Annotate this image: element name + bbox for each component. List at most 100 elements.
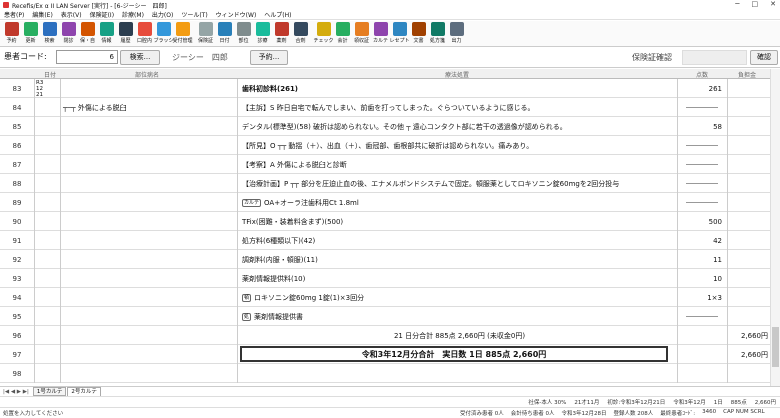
table-row[interactable]: 89 カルテ OA+オーラ注歯科用Ct 1.8ml	[0, 193, 770, 212]
row-date	[35, 288, 61, 307]
table-row[interactable]: 92 調剤料(内服・頓服)(11) 11	[0, 250, 770, 269]
toolbar-button-4[interactable]: 保・自	[78, 21, 97, 47]
toolbar-button-10[interactable]: 保険証	[196, 21, 215, 47]
toolbar-button-14[interactable]: 薬剤	[272, 21, 291, 47]
toolbar-button-19[interactable]: カルテ	[371, 21, 390, 47]
row-treatment: 【所見】O ┬┬ 動揺（＋）、出血（＋）、歯冠部、歯根部共に破折は認められない。…	[238, 136, 678, 155]
row-date	[35, 98, 61, 117]
row-part	[61, 155, 238, 174]
menu-item-7[interactable]: ウィンドウ(W)	[216, 10, 257, 19]
table-row[interactable]: 86 【所見】O ┬┬ 動揺（＋）、出血（＋）、歯冠部、歯根部共に破折は認められな…	[0, 136, 770, 155]
toolbar-button-6[interactable]: 履歴	[116, 21, 135, 47]
treatment-text: 【主訴】S 昨日自宅で転んでしまい、前歯を打ってしまった。ぐらついているように感…	[242, 103, 535, 112]
table-row[interactable]: 88 【治療計画】P ┬┬ 部分を圧迫止血の後、エナメルボンドシステムで固定。頓服…	[0, 174, 770, 193]
toolbar-button-18[interactable]: 領収証	[352, 21, 371, 47]
tab-nav-arrows[interactable]: |◀ ◀ ▶ ▶|	[0, 389, 32, 395]
row-treatment: デンタル(標準型)(58) 破折は認められない。その他 ┬ 遠心コンタクト部に若…	[238, 117, 678, 136]
toolbar-label: 日付	[219, 38, 230, 44]
toolbar-label: 出力	[451, 38, 462, 44]
toolbar-button-7[interactable]: 口腔内	[135, 21, 154, 47]
table-row[interactable]: 90 TFix(困難・装着料含まず)(500) 500	[0, 212, 770, 231]
toolbar-label: 診療	[257, 38, 268, 44]
table-row[interactable]: 94 頓ロキソニン錠60mg 1錠(1)×3回分 1×3	[0, 288, 770, 307]
toolbar-label: 口腔内	[136, 38, 152, 44]
grid-header: 日付 部位病名 療法処置 点数 負担金	[0, 69, 770, 79]
tab-chart-2[interactable]: 2号カルテ	[67, 387, 101, 396]
toolbar-button-20[interactable]: レセプト	[390, 21, 410, 47]
row-part	[61, 364, 238, 383]
toolbar-button-13[interactable]: 診療	[253, 21, 272, 47]
treatment-text: 【所見】O ┬┬ 動揺（＋）、出血（＋）、歯冠部、歯根部共に破折は認められない。…	[242, 141, 534, 150]
treatment-text: ロキソニン錠60mg 1錠(1)×3回分	[254, 293, 365, 302]
menu-item-8[interactable]: ヘルプ(H)	[264, 10, 291, 19]
toolbar-button-22[interactable]: 処方箋	[428, 21, 447, 47]
toolbar-icon	[217, 22, 232, 36]
table-row[interactable]: 87 【考察】A 外傷による脱臼と診断	[0, 155, 770, 174]
row-part	[61, 345, 238, 364]
toolbar-button-2[interactable]: 検索	[40, 21, 59, 47]
row-number: 85	[0, 117, 35, 136]
status-summary-item: 21才11月	[574, 400, 600, 406]
minimize-icon[interactable]: ─	[735, 0, 739, 8]
toolbar-icon	[354, 22, 369, 36]
table-row[interactable]: 95 処薬剤情報提供書	[0, 307, 770, 326]
menu-item-3[interactable]: 保険証(I)	[90, 10, 114, 19]
scrollbar-thumb[interactable]	[772, 327, 779, 367]
toolbar-button-11[interactable]: 日付	[215, 21, 234, 47]
table-row[interactable]: 85 デンタル(標準型)(58) 破折は認められない。その他 ┬ 遠心コンタクト部…	[0, 117, 770, 136]
table-row[interactable]: 98	[0, 364, 770, 383]
table-row[interactable]: 84 ┬─┬ 外傷による脱臼 【主訴】S 昨日自宅で転んでしまい、前歯を打ってしまっ…	[0, 98, 770, 117]
toolbar-button-0[interactable]: 予約	[2, 21, 21, 47]
row-treatment: 処薬剤情報提供書	[238, 307, 678, 326]
toolbar-icon	[274, 22, 289, 36]
menu-item-0[interactable]: 患者(P)	[4, 10, 24, 19]
row-date	[35, 364, 61, 383]
toolbar-button-17[interactable]: 会計	[333, 21, 352, 47]
row-date	[35, 212, 61, 231]
header-date: 日付	[44, 72, 57, 79]
status-summary-item: 1日	[713, 400, 723, 406]
table-row[interactable]: 93 薬剤情報提供料(10) 10	[0, 269, 770, 288]
toolbar-button-3[interactable]: 閉診	[59, 21, 78, 47]
row-treatment: 処方料(6種類以下)(42)	[238, 231, 678, 250]
table-row[interactable]: 96 21 日分合計 885点 2,660円 (未収金0円) 2,660円	[0, 326, 770, 345]
tab-chart-1[interactable]: 1号カルテ	[32, 387, 67, 396]
table-row[interactable]: 83 R3 12 21 歯科初診料(261) 261	[0, 79, 770, 98]
menu-item-6[interactable]: ツール(T)	[181, 10, 207, 19]
menu-item-5[interactable]: 出力(O)	[152, 10, 173, 19]
empty-points-line	[686, 316, 718, 317]
confirm-button[interactable]: 確認	[750, 50, 778, 65]
toolbar-icon	[449, 22, 464, 36]
menu-item-2[interactable]: 表示(V)	[61, 10, 82, 19]
toolbar-label: 予約	[6, 38, 17, 44]
toolbar-button-1[interactable]: 更新	[21, 21, 40, 47]
toolbar-button-9[interactable]: 受付管理	[173, 21, 193, 47]
treatment-text: 薬剤情報提供書	[254, 312, 304, 321]
menu-item-1[interactable]: 編集(E)	[32, 10, 52, 19]
row-number: 98	[0, 364, 35, 383]
toolbar-button-12[interactable]: 部位	[234, 21, 253, 47]
treatment-text: 21 日分合計 885点 2,660円 (未収金0円)	[393, 331, 526, 340]
toolbar-button-5[interactable]: 情報	[97, 21, 116, 47]
toolbar-button-21[interactable]: 文書	[409, 21, 428, 47]
vertical-scrollbar[interactable]	[770, 69, 780, 386]
patient-code-input[interactable]: 6	[56, 50, 118, 64]
close-icon[interactable]: ✕	[770, 0, 776, 8]
toolbar-button-8[interactable]: ブラッシ	[154, 21, 174, 47]
empty-points-line	[686, 145, 718, 146]
search-button[interactable]: 検索...	[120, 50, 160, 65]
table-row[interactable]: 91 処方料(6種類以下)(42) 42	[0, 231, 770, 250]
toolbar-button-23[interactable]: 出力	[447, 21, 466, 47]
toolbar-button-16[interactable]: チェック	[314, 21, 334, 47]
treatment-text: 処方料(6種類以下)(42)	[242, 236, 316, 245]
row-number: 97	[0, 345, 35, 364]
toolbar-button-15[interactable]: 合剤	[291, 21, 310, 47]
maximize-icon[interactable]: □	[752, 0, 759, 8]
table-row[interactable]: 97 令和3年12月分合計 実日数 1日 885点 2,660円 2,660円	[0, 345, 770, 364]
menu-item-4[interactable]: 診療(M)	[122, 10, 144, 19]
row-date	[35, 307, 61, 326]
reserve-button[interactable]: 予約...	[250, 50, 288, 65]
treatment-text: 【治療計画】P ┬┬ 部分を圧迫止血の後、エナメルボンドシステムで固定。頓服薬と…	[242, 179, 620, 188]
row-number: 88	[0, 174, 35, 193]
row-treatment	[238, 364, 678, 383]
